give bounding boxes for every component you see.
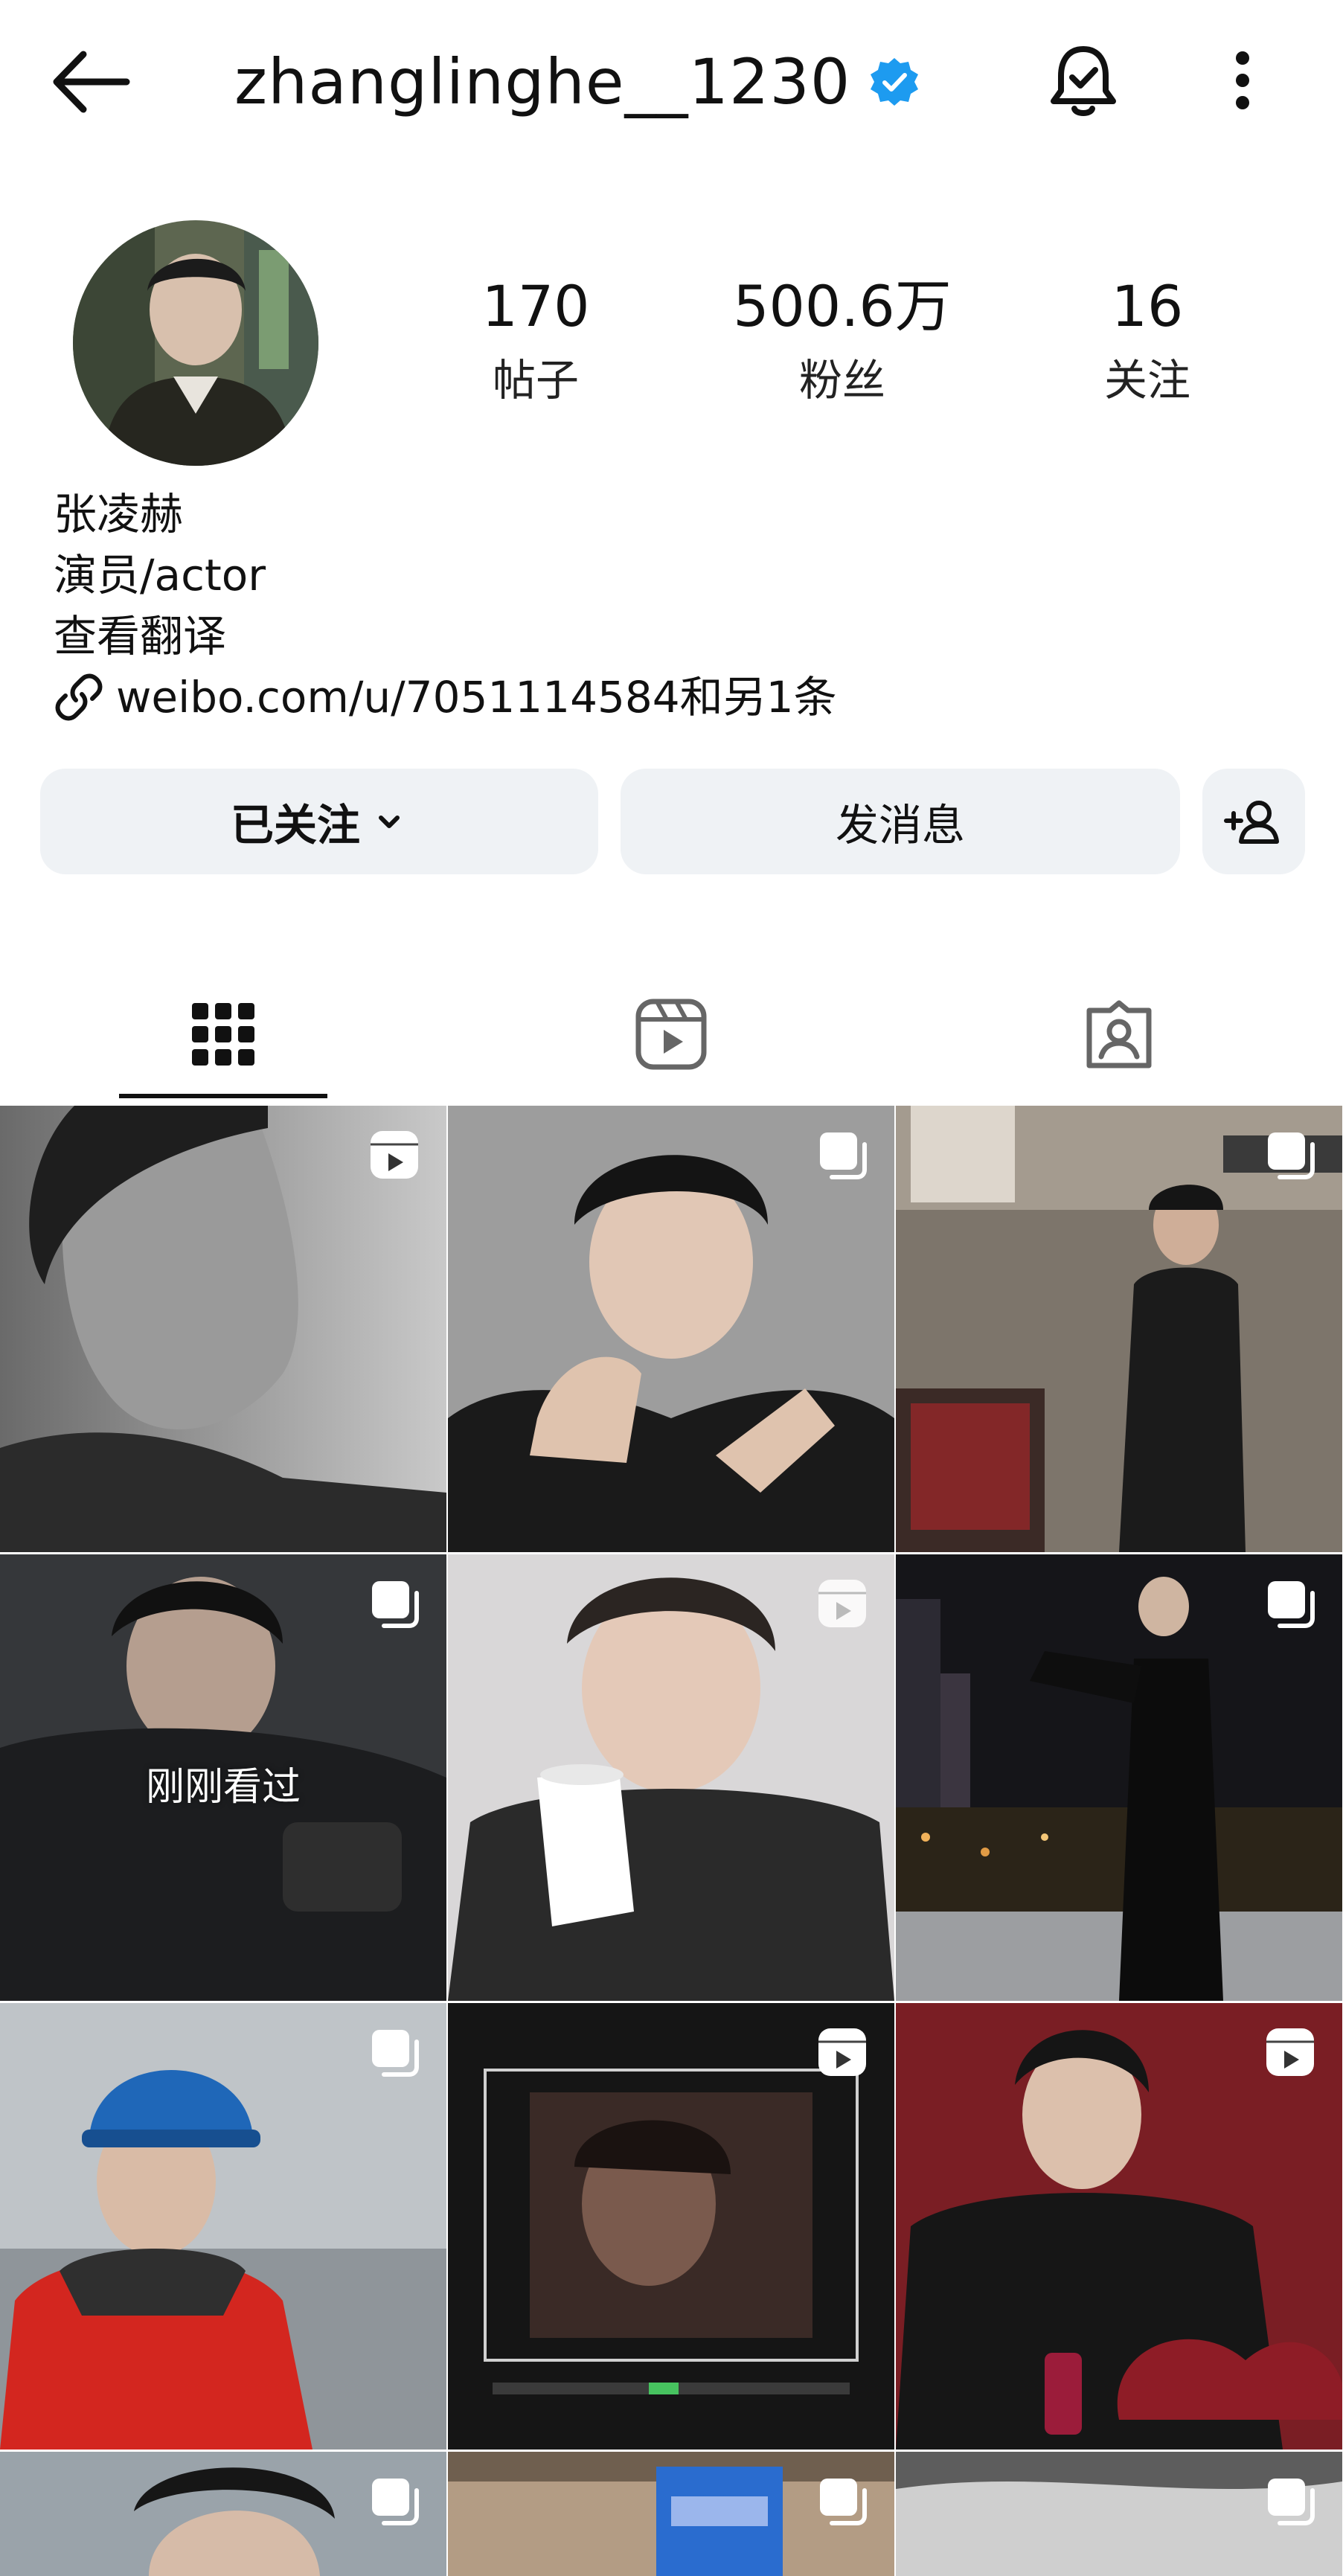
carousel-badge-icon [372, 2479, 419, 2525]
external-link[interactable]: weibo.com/u/7051114584和另1条 [54, 667, 837, 728]
profile-username-header: zhanglinghe__1230 [234, 37, 920, 126]
active-tab-indicator [119, 1094, 327, 1098]
following-button-label: 已关注 [230, 800, 360, 850]
carousel-badge-icon [1268, 2479, 1315, 2525]
grid-post[interactable]: 刚刚看过 [0, 1554, 446, 2001]
reel-badge-icon [1266, 2028, 1314, 2076]
tab-reels[interactable] [448, 967, 894, 1101]
message-button-label: 发消息 [835, 800, 965, 850]
more-vertical-icon [1236, 51, 1249, 109]
profile-avatar[interactable] [73, 220, 318, 466]
grid-post[interactable] [448, 1106, 894, 1552]
add-user-icon [1224, 801, 1279, 844]
verified-badge-icon [871, 58, 919, 106]
stat-posts-label: 帖子 [492, 354, 579, 406]
tab-posts[interactable] [0, 967, 446, 1101]
carousel-badge-icon [1268, 1132, 1315, 1179]
link-icon [55, 673, 103, 721]
grid-post[interactable] [896, 2003, 1342, 2450]
reel-badge-icon [371, 1131, 418, 1179]
username-label: zhanglinghe__1230 [234, 45, 851, 118]
reel-badge-icon [818, 2028, 866, 2076]
carousel-badge-icon [372, 1581, 419, 1628]
back-button[interactable] [43, 41, 140, 123]
carousel-badge-icon [372, 2030, 419, 2077]
grid-post[interactable] [448, 1554, 894, 2001]
stat-following[interactable]: 16 关注 [1028, 275, 1266, 408]
chevron-down-icon [379, 816, 400, 828]
tab-tagged[interactable] [896, 967, 1342, 1101]
external-link-text: weibo.com/u/7051114584和另1条 [116, 672, 837, 723]
recently-viewed-caption: 刚刚看过 [145, 1765, 301, 1810]
grid-post[interactable] [0, 2003, 446, 2450]
grid-icon [192, 1003, 254, 1066]
following-button[interactable]: 已关注 [40, 769, 598, 874]
carousel-badge-icon [1268, 1581, 1315, 1628]
stat-following-value: 16 [1111, 273, 1184, 339]
grid-post[interactable] [448, 2452, 894, 2576]
add-user-button[interactable] [1202, 769, 1305, 874]
stat-followers-value: 500.6万 [733, 273, 952, 339]
stat-following-label: 关注 [1103, 354, 1190, 406]
top-bar: zhanglinghe__1230 [0, 0, 1343, 164]
grid-post[interactable] [896, 1106, 1342, 1552]
notification-bell-button[interactable] [1042, 39, 1125, 122]
stat-posts-value: 170 [481, 273, 590, 339]
profile-bio: 张凌赫 演员/actor 查看翻译 weibo.com/u/7051114584… [54, 484, 837, 728]
display-name: 张凌赫 [54, 489, 184, 539]
grid-post[interactable] [896, 2452, 1342, 2576]
notification-bell-icon [1051, 46, 1116, 116]
grid-post[interactable] [0, 1106, 446, 1552]
message-button[interactable]: 发消息 [621, 769, 1180, 874]
grid-post[interactable] [896, 1554, 1342, 2001]
bio-text: 演员/actor [54, 550, 266, 600]
reel-badge-icon [818, 1580, 866, 1627]
grid-post[interactable] [0, 2452, 446, 2576]
more-options-button[interactable] [1220, 39, 1265, 122]
stat-posts[interactable]: 170 帖子 [417, 275, 655, 408]
stat-followers[interactable]: 500.6万 粉丝 [723, 275, 961, 408]
tagged-icon [1086, 1000, 1152, 1068]
see-translation-link[interactable]: 查看翻译 [54, 606, 837, 667]
grid-post[interactable] [448, 2003, 894, 2450]
back-arrow-icon [53, 51, 130, 113]
carousel-badge-icon [820, 2479, 867, 2525]
reels-icon [635, 999, 707, 1070]
stat-followers-label: 粉丝 [798, 354, 885, 406]
profile-tabs [0, 967, 1343, 1101]
carousel-badge-icon [820, 1132, 867, 1179]
